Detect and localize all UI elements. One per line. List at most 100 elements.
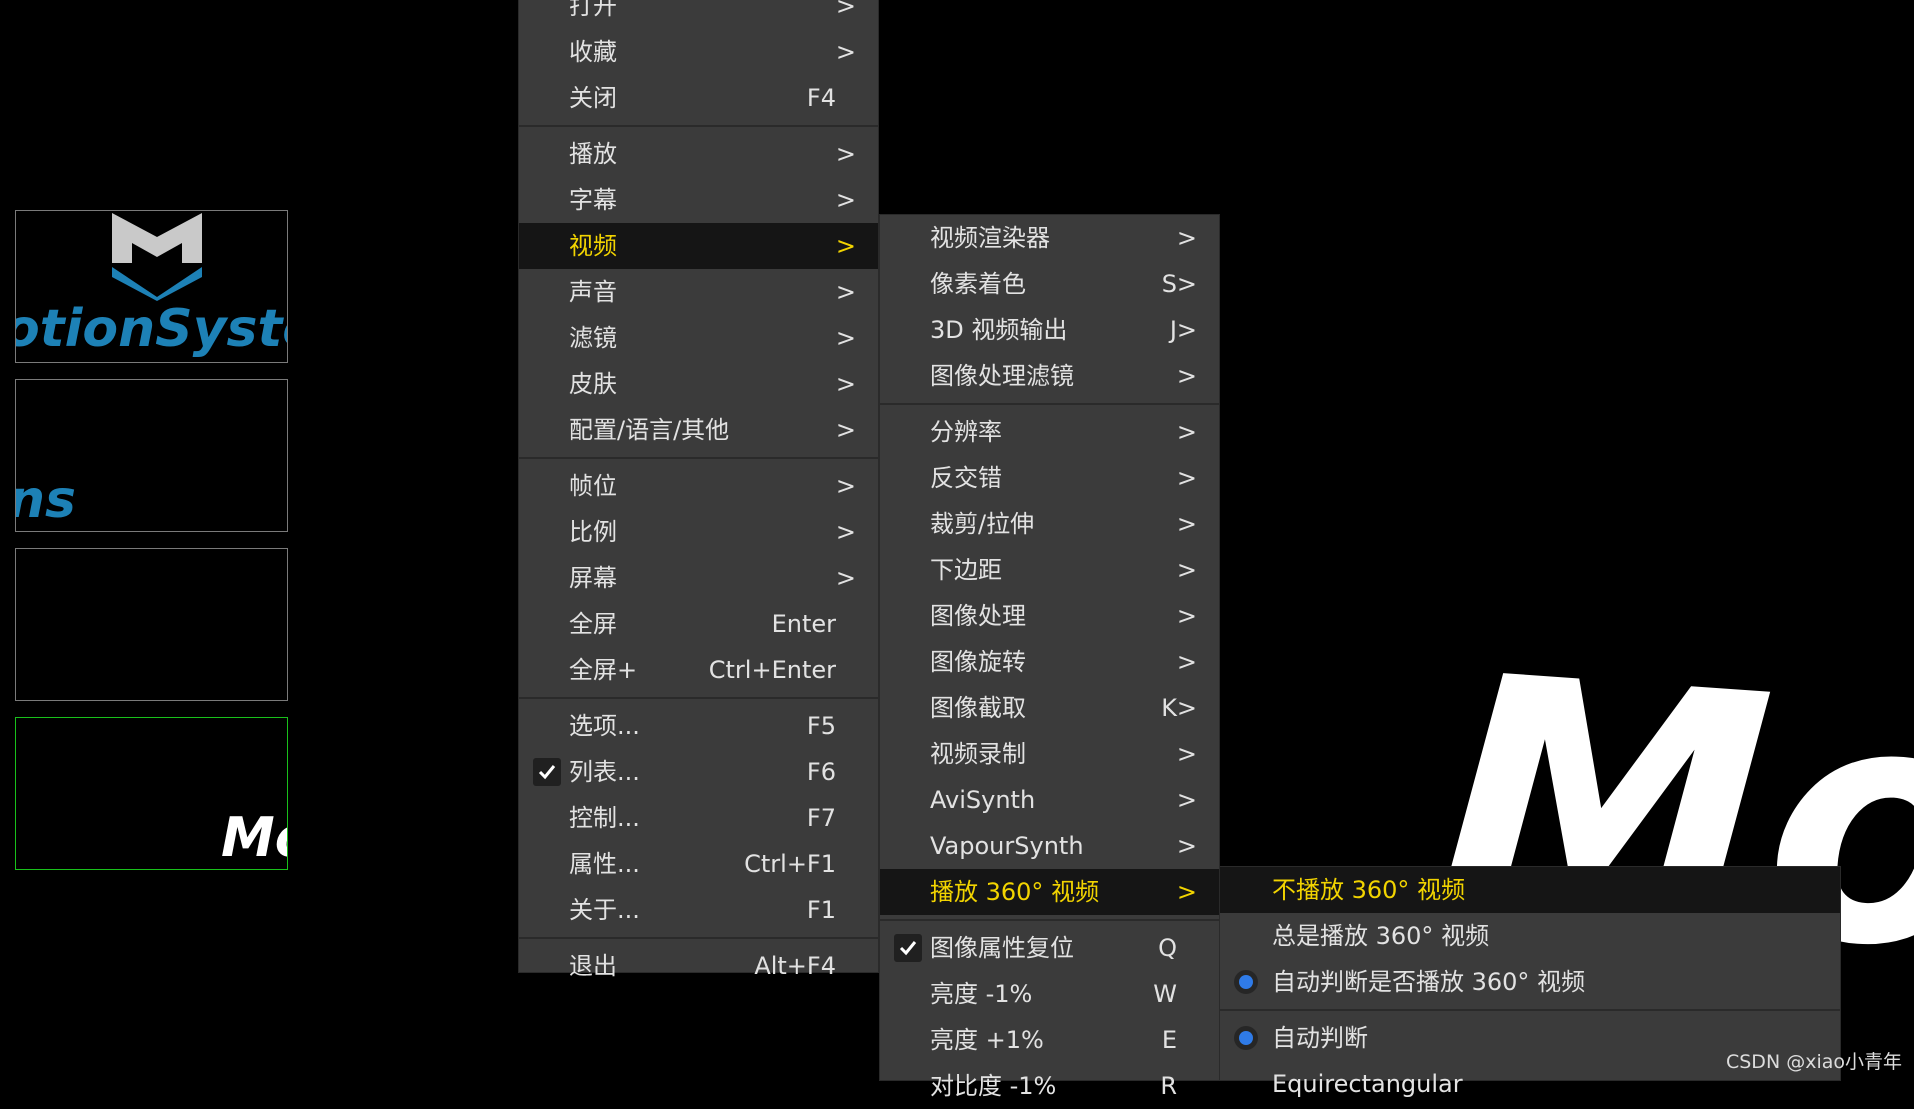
menu-item-label: 皮肤 bbox=[569, 370, 617, 398]
video-menu-item-13[interactable]: VapourSynth > bbox=[880, 823, 1219, 869]
menu-item-shortcut: R bbox=[1160, 1072, 1177, 1100]
play360-menu-item-2[interactable]: 自动判断是否播放 360° 视频 bbox=[1220, 959, 1840, 1005]
submenu-arrow-icon: > bbox=[835, 324, 856, 352]
main-menu-item-14[interactable]: 全屏+ Ctrl+Enter bbox=[519, 647, 878, 693]
video-menu-item-10[interactable]: 图像截取 K > bbox=[880, 685, 1219, 731]
checkmark-icon bbox=[894, 934, 922, 962]
menu-item-shortcut: F7 bbox=[806, 804, 836, 832]
thumbnail-4[interactable]: Mo bbox=[15, 717, 288, 870]
menu-separator bbox=[519, 937, 878, 939]
main-menu-item-5[interactable]: 视频 > bbox=[519, 223, 878, 269]
main-menu-item-0[interactable]: 打开 > bbox=[519, 0, 878, 29]
menu-separator bbox=[519, 697, 878, 699]
menu-item-shortcut: K bbox=[1161, 694, 1177, 722]
main-menu-item-12[interactable]: 屏幕 > bbox=[519, 555, 878, 601]
submenu-arrow-icon: > bbox=[835, 370, 856, 398]
main-menu-item-3[interactable]: 播放 > bbox=[519, 131, 878, 177]
thumbnail-3[interactable] bbox=[15, 548, 288, 701]
menu-item-label: 亮度 -1% bbox=[930, 980, 1033, 1008]
menu-item-label: 自动判断 bbox=[1272, 1024, 1368, 1052]
menu-item-label: 收藏 bbox=[569, 38, 617, 66]
video-menu-item-3[interactable]: 图像处理滤镜 > bbox=[880, 353, 1219, 399]
menu-item-label: 字幕 bbox=[569, 186, 617, 214]
thumbnail-2[interactable]: ns bbox=[15, 379, 288, 532]
menu-item-label: 视频 bbox=[569, 232, 617, 260]
submenu-arrow-icon: > bbox=[835, 472, 856, 500]
main-menu-item-8[interactable]: 皮肤 > bbox=[519, 361, 878, 407]
video-menu-item-11[interactable]: 视频录制 > bbox=[880, 731, 1219, 777]
menu-item-label: 关于... bbox=[569, 896, 640, 924]
submenu-arrow-icon: > bbox=[1176, 832, 1197, 860]
thumbnail-4-text: Mo bbox=[221, 806, 287, 869]
menu-separator bbox=[880, 403, 1219, 405]
video-menu-item-2[interactable]: 3D 视频输出 J > bbox=[880, 307, 1219, 353]
play360-menu-item-1[interactable]: 总是播放 360° 视频 bbox=[1220, 913, 1840, 959]
submenu-arrow-icon: > bbox=[1176, 694, 1197, 722]
menu-item-label: 选项... bbox=[569, 712, 640, 740]
main-menu-item-17[interactable]: 控制... F7 bbox=[519, 795, 878, 841]
menu-item-shortcut: Ctrl+F1 bbox=[744, 850, 836, 878]
menu-item-shortcut: F6 bbox=[806, 758, 836, 786]
menu-item-shortcut: F4 bbox=[806, 84, 836, 112]
submenu-arrow-icon: > bbox=[1176, 224, 1197, 252]
menu-item-label: 退出 bbox=[569, 952, 617, 980]
video-menu-item-6[interactable]: 裁剪/拉伸 > bbox=[880, 501, 1219, 547]
submenu-arrow-icon: > bbox=[1176, 740, 1197, 768]
menu-item-shortcut: E bbox=[1161, 1026, 1177, 1054]
video-menu-item-12[interactable]: AviSynth > bbox=[880, 777, 1219, 823]
checkmark-icon bbox=[533, 758, 561, 786]
main-menu-item-18[interactable]: 属性... Ctrl+F1 bbox=[519, 841, 878, 887]
main-menu-item-6[interactable]: 声音 > bbox=[519, 269, 878, 315]
main-menu-item-19[interactable]: 关于... F1 bbox=[519, 887, 878, 933]
video-menu-item-4[interactable]: 分辨率 > bbox=[880, 409, 1219, 455]
menu-item-shortcut: F5 bbox=[806, 712, 836, 740]
submenu-arrow-icon: > bbox=[1176, 362, 1197, 390]
menu-item-label: 视频录制 bbox=[930, 740, 1026, 768]
menu-item-shortcut: F1 bbox=[806, 896, 836, 924]
main-menu-item-9[interactable]: 配置/语言/其他 > bbox=[519, 407, 878, 453]
thumbnail-1[interactable]: otionSyster bbox=[15, 210, 288, 363]
main-menu-item-13[interactable]: 全屏 Enter bbox=[519, 601, 878, 647]
menu-item-label: 像素着色 bbox=[930, 270, 1026, 298]
menu-item-shortcut: W bbox=[1153, 980, 1177, 1008]
menu-item-label: 下边距 bbox=[930, 556, 1002, 584]
main-menu-item-11[interactable]: 比例 > bbox=[519, 509, 878, 555]
menu-item-label: 控制... bbox=[569, 804, 640, 832]
main-menu-item-20[interactable]: 退出 Alt+F4 bbox=[519, 943, 878, 989]
main-menu-item-16[interactable]: 列表... F6 bbox=[519, 749, 878, 795]
video-menu-item-8[interactable]: 图像处理 > bbox=[880, 593, 1219, 639]
video-menu-item-0[interactable]: 视频渲染器 > bbox=[880, 215, 1219, 261]
video-menu-item-5[interactable]: 反交错 > bbox=[880, 455, 1219, 501]
video-menu-item-1[interactable]: 像素着色 S > bbox=[880, 261, 1219, 307]
video-menu-item-15[interactable]: 图像属性复位 Q bbox=[880, 925, 1219, 971]
submenu-arrow-icon: > bbox=[1176, 316, 1197, 344]
main-menu-item-1[interactable]: 收藏 > bbox=[519, 29, 878, 75]
logo-m-icon bbox=[112, 213, 202, 301]
video-menu-item-9[interactable]: 图像旋转 > bbox=[880, 639, 1219, 685]
main-menu-item-4[interactable]: 字幕 > bbox=[519, 177, 878, 223]
menu-item-label: 图像处理滤镜 bbox=[930, 362, 1074, 390]
video-menu-item-18[interactable]: 对比度 -1% R bbox=[880, 1063, 1219, 1109]
main-menu-item-2[interactable]: 关闭 F4 bbox=[519, 75, 878, 121]
menu-item-label: AviSynth bbox=[930, 786, 1036, 814]
submenu-arrow-icon: > bbox=[835, 186, 856, 214]
menu-separator bbox=[519, 457, 878, 459]
play360-menu-item-0[interactable]: 不播放 360° 视频 bbox=[1220, 867, 1840, 913]
video-menu-item-16[interactable]: 亮度 -1% W bbox=[880, 971, 1219, 1017]
video-menu-item-7[interactable]: 下边距 > bbox=[880, 547, 1219, 593]
menu-item-shortcut: S bbox=[1161, 270, 1177, 298]
menu-item-label: 对比度 -1% bbox=[930, 1072, 1057, 1100]
main-menu-item-15[interactable]: 选项... F5 bbox=[519, 703, 878, 749]
menu-item-label: Equirectangular bbox=[1272, 1070, 1463, 1098]
main-menu-item-7[interactable]: 滤镜 > bbox=[519, 315, 878, 361]
video-menu-item-17[interactable]: 亮度 +1% E bbox=[880, 1017, 1219, 1063]
watermark: CSDN @xiao小青年 bbox=[1725, 1051, 1902, 1073]
video-menu-item-14[interactable]: 播放 360° 视频 > bbox=[880, 869, 1219, 915]
submenu-arrow-icon: > bbox=[1176, 602, 1197, 630]
main-menu-item-10[interactable]: 帧位 > bbox=[519, 463, 878, 509]
menu-item-label: 视频渲染器 bbox=[930, 224, 1050, 252]
menu-item-shortcut: Alt+F4 bbox=[754, 952, 836, 980]
menu-item-label: 属性... bbox=[569, 850, 640, 878]
menu-item-label: 播放 bbox=[569, 140, 617, 168]
submenu-arrow-icon: > bbox=[1176, 648, 1197, 676]
